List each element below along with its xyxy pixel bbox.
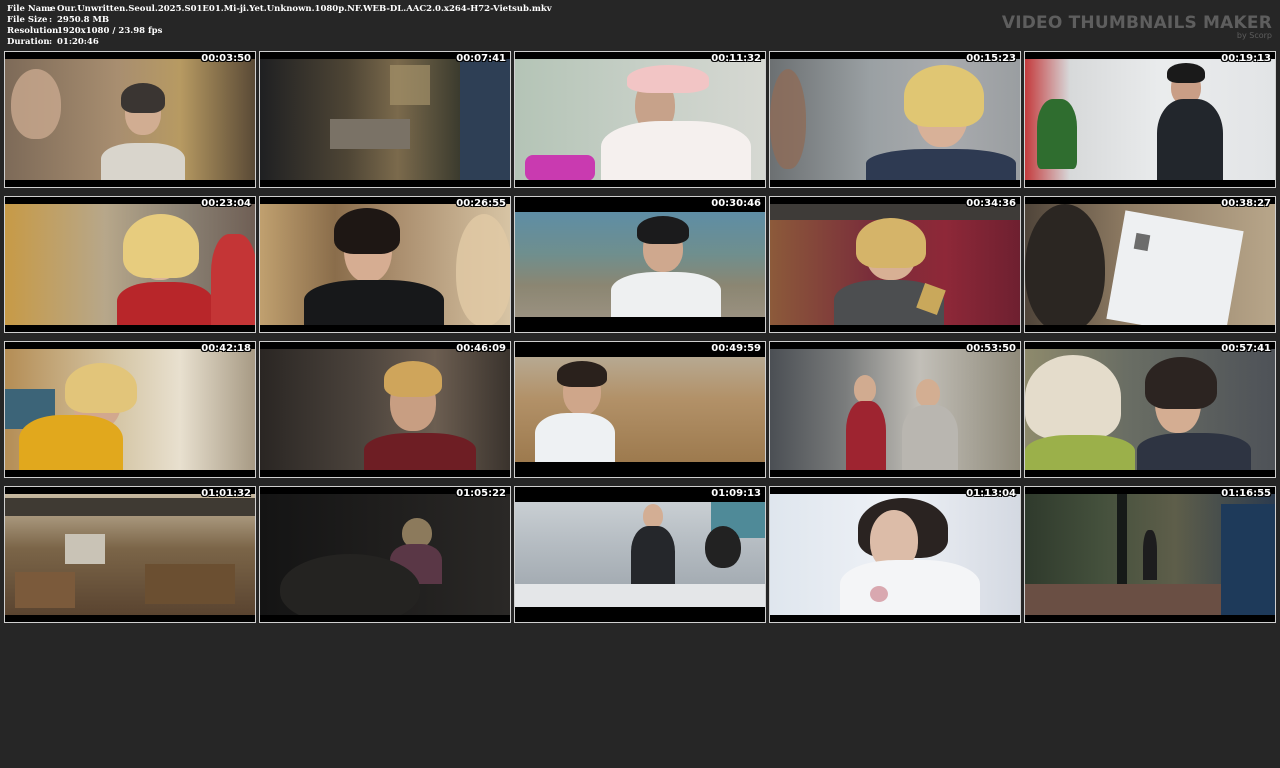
scene-image xyxy=(515,59,765,180)
resolution-value: 1920x1080 / 23.98 fps xyxy=(57,26,163,36)
brand-watermark: VIDEO THUMBNAILS MAKER by Scorp xyxy=(1002,13,1272,40)
brand-title: VIDEO THUMBNAILS MAKER xyxy=(1001,13,1272,33)
timestamp: 00:26:55 xyxy=(456,198,506,209)
thumbnail-9[interactable]: 00:34:36 xyxy=(769,196,1021,333)
timestamp: 00:23:04 xyxy=(201,198,251,209)
thumbnail-10[interactable]: 00:38:27 xyxy=(1024,196,1276,333)
file-size-row: File Size : 2950.8 MB xyxy=(7,15,552,26)
scene-image xyxy=(515,212,765,317)
timestamp: 00:42:18 xyxy=(201,343,251,354)
timestamp: 00:15:23 xyxy=(966,53,1016,64)
timestamp: 01:09:13 xyxy=(711,488,761,499)
duration-value: 01:20:46 xyxy=(57,37,99,47)
resolution-row: Resolution : 1920x1080 / 23.98 fps xyxy=(7,26,552,37)
timestamp: 00:38:27 xyxy=(1221,198,1271,209)
scene-image xyxy=(5,494,255,615)
timestamp: 00:07:41 xyxy=(456,53,506,64)
separator: : xyxy=(49,26,53,36)
thumbnail-grid: 00:03:50 00:07:41 00:11:32 00:15:23 00:1… xyxy=(4,51,1276,768)
thumbnail-6[interactable]: 00:23:04 xyxy=(4,196,256,333)
scene-image xyxy=(260,204,510,325)
scene-image xyxy=(260,494,510,615)
scene-image xyxy=(770,59,1020,180)
separator: : xyxy=(49,15,53,25)
file-info-panel: File Name : Our.Unwritten.Seoul.2025.S01… xyxy=(7,4,552,48)
file-name-value: Our.Unwritten.Seoul.2025.S01E01.Mi-ji.Ye… xyxy=(57,4,552,14)
timestamp: 01:13:04 xyxy=(966,488,1016,499)
duration-row: Duration : 01:20:46 xyxy=(7,37,552,48)
timestamp: 01:01:32 xyxy=(201,488,251,499)
thumbnail-5[interactable]: 00:19:13 xyxy=(1024,51,1276,188)
duration-label: Duration xyxy=(7,37,50,47)
timestamp: 00:49:59 xyxy=(711,343,761,354)
thumbnail-20[interactable]: 01:16:55 xyxy=(1024,486,1276,623)
timestamp: 00:03:50 xyxy=(201,53,251,64)
thumbnail-13[interactable]: 00:49:59 xyxy=(514,341,766,478)
scene-image xyxy=(515,502,765,607)
thumbnail-1[interactable]: 00:03:50 xyxy=(4,51,256,188)
scene-image xyxy=(260,59,510,180)
scene-image xyxy=(515,357,765,462)
thumbnail-2[interactable]: 00:07:41 xyxy=(259,51,511,188)
timestamp: 01:05:22 xyxy=(456,488,506,499)
file-size-value: 2950.8 MB xyxy=(57,15,110,25)
timestamp: 00:53:50 xyxy=(966,343,1016,354)
scene-image xyxy=(5,59,255,180)
thumbnail-11[interactable]: 00:42:18 xyxy=(4,341,256,478)
scene-image xyxy=(770,494,1020,615)
separator: : xyxy=(49,4,53,14)
thumbnail-7[interactable]: 00:26:55 xyxy=(259,196,511,333)
thumbnail-8[interactable]: 00:30:46 xyxy=(514,196,766,333)
timestamp: 00:19:13 xyxy=(1221,53,1271,64)
thumbnail-12[interactable]: 00:46:09 xyxy=(259,341,511,478)
scene-image xyxy=(260,349,510,470)
scene-image xyxy=(5,204,255,325)
thumbnail-16[interactable]: 01:01:32 xyxy=(4,486,256,623)
scene-image xyxy=(1025,204,1275,325)
timestamp: 00:57:41 xyxy=(1221,343,1271,354)
file-name-row: File Name : Our.Unwritten.Seoul.2025.S01… xyxy=(7,4,552,15)
scene-image xyxy=(770,349,1020,470)
thumbnail-19[interactable]: 01:13:04 xyxy=(769,486,1021,623)
scene-image xyxy=(1025,494,1275,615)
scene-image xyxy=(5,349,255,470)
timestamp: 00:11:32 xyxy=(711,53,761,64)
thumbnail-18[interactable]: 01:09:13 xyxy=(514,486,766,623)
thumbnail-15[interactable]: 00:57:41 xyxy=(1024,341,1276,478)
file-name-label: File Name xyxy=(7,4,56,14)
scene-image xyxy=(770,204,1020,325)
separator: : xyxy=(49,37,53,47)
timestamp: 01:16:55 xyxy=(1221,488,1271,499)
scene-image xyxy=(1025,59,1275,180)
timestamp: 00:46:09 xyxy=(456,343,506,354)
timestamp: 00:30:46 xyxy=(711,198,761,209)
thumbnail-4[interactable]: 00:15:23 xyxy=(769,51,1021,188)
thumbnail-17[interactable]: 01:05:22 xyxy=(259,486,511,623)
scene-image xyxy=(1025,349,1275,470)
file-size-label: File Size xyxy=(7,15,48,25)
timestamp: 00:34:36 xyxy=(966,198,1016,209)
resolution-label: Resolution xyxy=(7,26,59,36)
thumbnail-14[interactable]: 00:53:50 xyxy=(769,341,1021,478)
thumbnail-3[interactable]: 00:11:32 xyxy=(514,51,766,188)
